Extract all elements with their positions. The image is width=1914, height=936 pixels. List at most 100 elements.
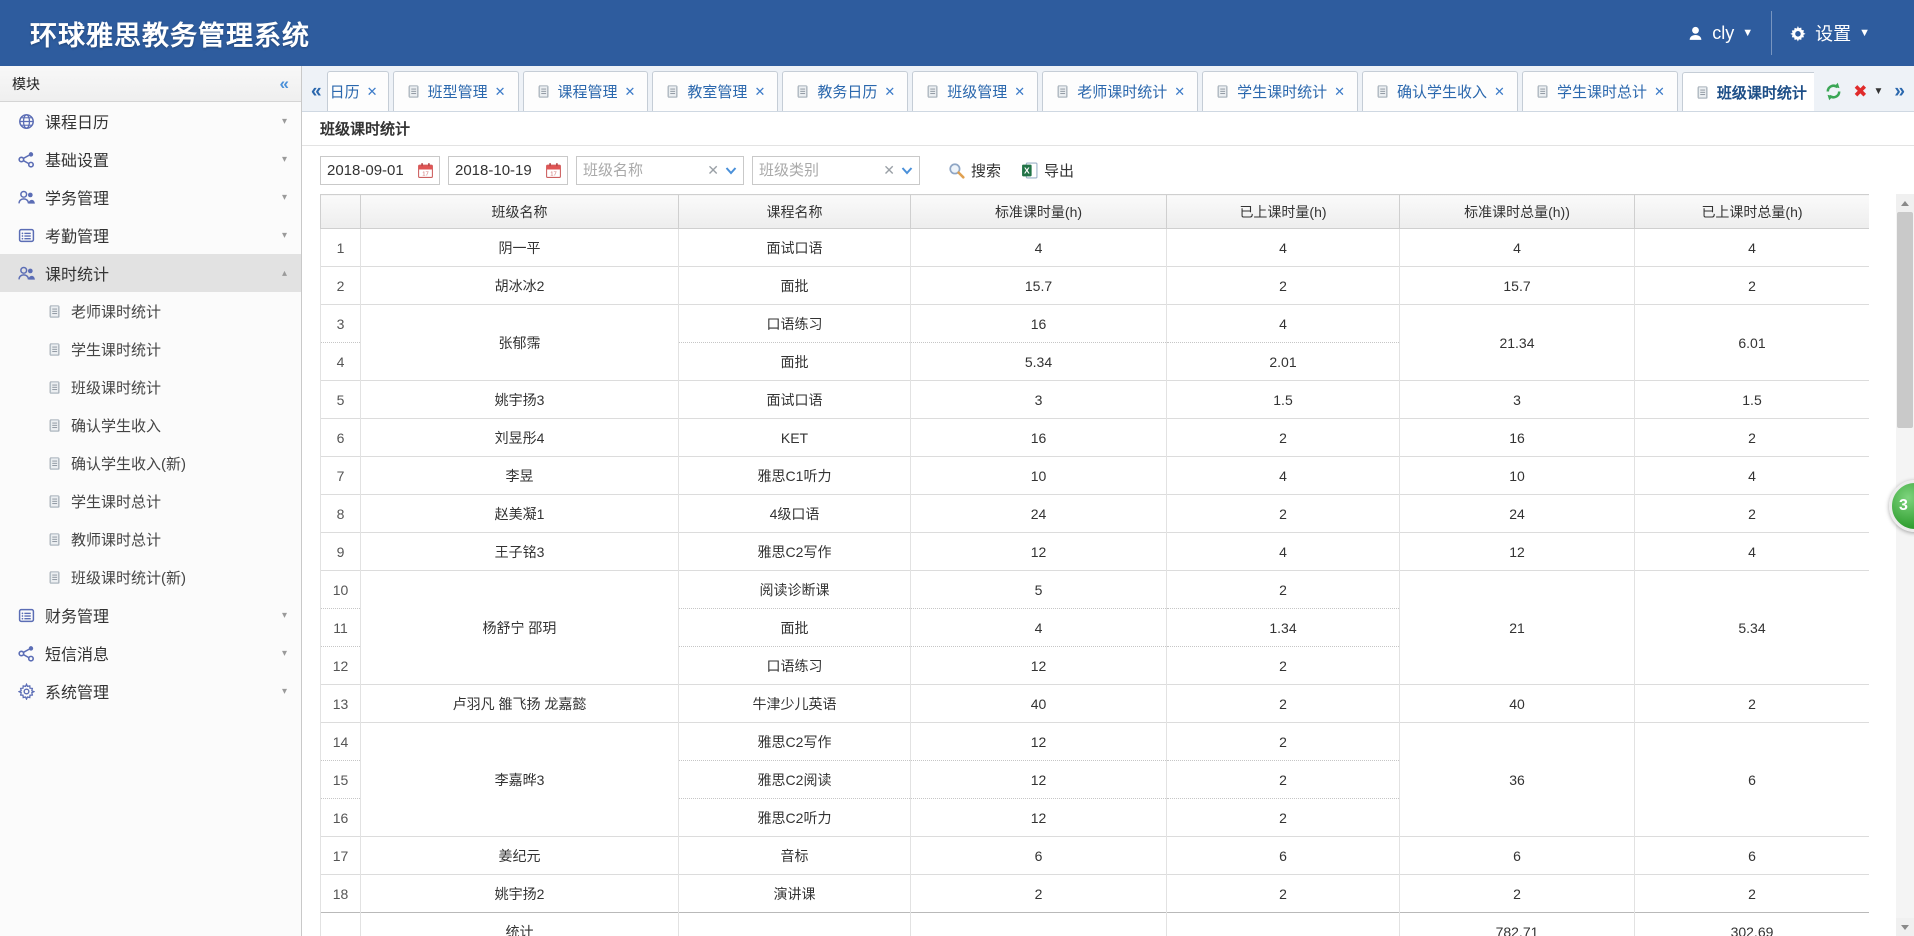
column-header: 已上课时总量(h) (1635, 195, 1870, 229)
tab[interactable]: 教务日历✕ (782, 71, 908, 111)
course-name-cell: 面批 (679, 343, 911, 381)
tab[interactable]: 学生课时总计✕ (1522, 71, 1678, 111)
table-row[interactable]: 14李嘉晔3雅思C2写作122366 (321, 723, 1870, 761)
app-header: 环球雅思教务管理系统 cly ▼ 设置 ▼ (0, 0, 1914, 66)
panel-title: 班级课时统计 (302, 112, 1914, 146)
scroll-up-icon[interactable] (1896, 194, 1914, 212)
table-row[interactable]: 10杨舒宁 邵玥阅读诊断课52215.34 (321, 571, 1870, 609)
tab-close-icon[interactable]: ✕ (625, 84, 636, 100)
tab[interactable]: 学生课时统计✕ (1202, 71, 1358, 111)
sidebar-nav: 课程日历▾基础设置▾学务管理▾考勤管理▾课时统计▴老师课时统计学生课时统计班级课… (0, 102, 301, 710)
scroll-down-icon[interactable] (1896, 918, 1914, 936)
tab-close-icon[interactable]: ✕ (884, 84, 895, 100)
close-tabs-chevron-icon[interactable]: ▼ (1874, 86, 1884, 97)
table-row[interactable]: 6刘昱彤4KET162162 (321, 419, 1870, 457)
table-row[interactable]: 9王子铭3雅思C2写作124124 (321, 533, 1870, 571)
sidebar-item[interactable]: 财务管理▾ (0, 596, 301, 634)
main-content: « 日历✕班型管理✕课程管理✕教室管理✕教务日历✕班级管理✕老师课时统计✕学生课… (302, 66, 1914, 936)
tab-close-icon[interactable]: ✕ (1334, 84, 1345, 100)
std-hours-cell: 12 (911, 799, 1167, 837)
class-type-input[interactable] (759, 162, 877, 179)
refresh-icon[interactable] (1824, 82, 1843, 101)
sidebar-item[interactable]: 课程日历▾ (0, 102, 301, 140)
course-name-cell: 演讲课 (679, 875, 911, 913)
table-row[interactable]: 18姚宇扬2演讲课2222 (321, 875, 1870, 913)
search-icon (948, 162, 965, 179)
date-from-input[interactable] (327, 162, 411, 179)
row-number: 16 (321, 799, 361, 837)
tabs-strip: 日历✕班型管理✕课程管理✕教室管理✕教务日历✕班级管理✕老师课时统计✕学生课时统… (327, 71, 1815, 111)
table-row[interactable]: 7李昱雅思C1听力104104 (321, 457, 1870, 495)
std-hours-cell: 12 (911, 647, 1167, 685)
table-row[interactable]: 5姚宇扬3面试口语31.531.5 (321, 381, 1870, 419)
column-header: 课程名称 (679, 195, 911, 229)
sidebar-item[interactable]: 考勤管理▾ (0, 216, 301, 254)
class-name-combobox[interactable]: ✕ (576, 156, 744, 185)
tab[interactable]: 班级课时统计✕ (1682, 72, 1814, 111)
date-from-field[interactable]: 17 (320, 156, 440, 185)
settings-menu[interactable]: 设置 ▼ (1772, 20, 1888, 46)
tab[interactable]: 日历✕ (327, 71, 389, 111)
sidebar-subitem[interactable]: 学生课时统计 (0, 330, 301, 368)
tab-close-icon[interactable]: ✕ (1174, 84, 1185, 100)
tab-close-icon[interactable]: ✕ (495, 84, 506, 100)
table-row[interactable]: 1阴一平面试口语4444 (321, 229, 1870, 267)
sidebar-collapse-icon[interactable]: « (280, 74, 289, 94)
date-to-input[interactable] (455, 162, 539, 179)
sidebar-subitem[interactable]: 老师课时统计 (0, 292, 301, 330)
tabs-scroll-left-icon[interactable]: « (306, 81, 327, 111)
chevron-down-icon[interactable] (725, 166, 737, 175)
tab-close-icon[interactable]: ✕ (754, 84, 765, 100)
export-button[interactable]: X 导出 (1015, 160, 1080, 181)
sidebar-subitem-label: 确认学生收入 (71, 415, 161, 436)
tab-close-icon[interactable]: ✕ (1494, 84, 1505, 100)
std-hours-cell: 40 (911, 685, 1167, 723)
sidebar-subitem[interactable]: 学生课时总计 (0, 482, 301, 520)
sidebar-subitem[interactable]: 教师课时总计 (0, 520, 301, 558)
sidebar-subitem[interactable]: 确认学生收入 (0, 406, 301, 444)
class-name-cell: 杨舒宁 邵玥 (361, 571, 679, 685)
table-row[interactable]: 13卢羽凡 雒飞扬 龙嘉懿牛津少儿英语402402 (321, 685, 1870, 723)
row-number: 12 (321, 647, 361, 685)
calendar-icon[interactable]: 17 (545, 162, 562, 179)
search-button[interactable]: 搜索 (942, 160, 1007, 181)
table-row[interactable]: 2胡冰冰2面批15.7215.72 (321, 267, 1870, 305)
row-number: 13 (321, 685, 361, 723)
table-row[interactable]: 8赵美凝14级口语242242 (321, 495, 1870, 533)
class-name-input[interactable] (583, 162, 701, 179)
sidebar-item[interactable]: 课时统计▴ (0, 254, 301, 292)
chevron-down-icon: ▼ (1742, 27, 1753, 39)
tab[interactable]: 确认学生收入✕ (1362, 71, 1518, 111)
tabs-scroll-right-icon[interactable]: » (1889, 81, 1910, 111)
class-type-combobox[interactable]: ✕ (752, 156, 920, 185)
calendar-icon[interactable]: 17 (417, 162, 434, 179)
tab-close-icon[interactable]: ✕ (1014, 84, 1025, 100)
scrollbar-thumb[interactable] (1897, 212, 1913, 428)
clear-icon[interactable]: ✕ (707, 162, 719, 179)
sidebar-subitem[interactable]: 班级课时统计(新) (0, 558, 301, 596)
tab[interactable]: 老师课时统计✕ (1042, 71, 1198, 111)
document-icon (1375, 84, 1390, 99)
done-hours-cell: 2 (1167, 723, 1400, 761)
sidebar-item[interactable]: 短信消息▾ (0, 634, 301, 672)
chevron-down-icon[interactable] (901, 166, 913, 175)
tab[interactable]: 教室管理✕ (652, 71, 778, 111)
tab[interactable]: 班型管理✕ (393, 71, 519, 111)
table-row[interactable]: 3张郁霈口语练习16421.346.01 (321, 305, 1870, 343)
tab-close-icon[interactable]: ✕ (1654, 84, 1665, 100)
sidebar-subitem[interactable]: 班级课时统计 (0, 368, 301, 406)
tab[interactable]: 班级管理✕ (912, 71, 1038, 111)
table-row[interactable]: 17姜纪元音标6666 (321, 837, 1870, 875)
sidebar-subitem[interactable]: 确认学生收入(新) (0, 444, 301, 482)
date-to-field[interactable]: 17 (448, 156, 568, 185)
sidebar-item-label: 基础设置 (45, 147, 272, 171)
clear-icon[interactable]: ✕ (883, 162, 895, 179)
sidebar-item[interactable]: 基础设置▾ (0, 140, 301, 178)
tab[interactable]: 课程管理✕ (523, 71, 649, 111)
sidebar-item[interactable]: 学务管理▾ (0, 178, 301, 216)
user-menu[interactable]: cly ▼ (1669, 23, 1771, 44)
tab-close-icon[interactable]: ✕ (367, 84, 378, 100)
close-all-tabs-icon[interactable]: ✖ (1853, 83, 1867, 100)
sidebar-item[interactable]: 系统管理▾ (0, 672, 301, 710)
vertical-scrollbar[interactable] (1896, 194, 1914, 936)
